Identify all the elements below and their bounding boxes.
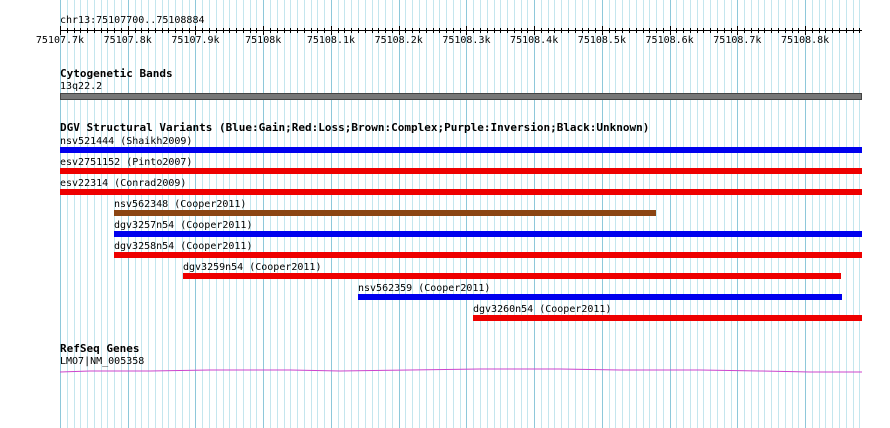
variant-bar[interactable] — [114, 231, 862, 237]
cytoband-label: 13q22.2 — [60, 81, 103, 92]
ruler-tick-label: 75107.7k — [35, 35, 85, 46]
refseq-intron-line — [60, 368, 862, 373]
variant-label: dgv3257n54 (Cooper2011) — [114, 220, 253, 231]
variant-label: nsv562348 (Cooper2011) — [114, 199, 247, 210]
ruler-tick-label: 75107.9k — [171, 35, 220, 46]
ruler-tick-label: 75108k — [245, 35, 282, 46]
refseq-gene-model[interactable] — [60, 366, 862, 376]
variant-bar[interactable] — [358, 294, 842, 300]
ruler-tick-label: 75108.3k — [442, 35, 491, 46]
variant-label: dgv3260n54 (Cooper2011) — [473, 304, 612, 315]
variant-label: esv2751152 (Pinto2007) — [60, 157, 193, 168]
variant-bar[interactable] — [114, 252, 862, 258]
variant-bar[interactable] — [60, 147, 862, 153]
variant-label: dgv3258n54 (Cooper2011) — [114, 241, 253, 252]
ruler-tick-label: 75108.5k — [577, 35, 626, 46]
dgv-track-title[interactable]: DGV Structural Variants (Blue:Gain;Red:L… — [60, 122, 649, 134]
ruler-tick-label: 75108.4k — [510, 35, 559, 46]
cytoband-track-title[interactable]: Cytogenetic Bands — [60, 68, 173, 80]
variant-label: esv22314 (Conrad2009) — [60, 178, 187, 189]
ruler-tick-label: 75107.8k — [103, 35, 152, 46]
variant-label: dgv3259n54 (Cooper2011) — [183, 262, 322, 273]
ruler-tick-label: 75108.8k — [781, 35, 830, 46]
ruler-location: chr13:75107700..75108884 — [60, 15, 205, 26]
cytoband-bar[interactable] — [60, 93, 862, 100]
variant-bar[interactable] — [183, 273, 841, 279]
ruler-tick-label: 75108.7k — [713, 35, 762, 46]
variant-bar[interactable] — [60, 168, 862, 174]
variant-bar[interactable] — [60, 189, 862, 195]
variant-bar[interactable] — [114, 210, 656, 216]
ruler-tick-label: 75108.1k — [306, 35, 356, 46]
variant-label: nsv521444 (Shaikh2009) — [60, 136, 193, 147]
refseq-track-title[interactable]: RefSeq Genes — [60, 343, 139, 355]
variant-bar[interactable] — [473, 315, 862, 321]
ruler-tick-label: 75108.2k — [374, 35, 423, 46]
ruler-tick-label: 75108.6k — [645, 35, 694, 46]
variant-label: nsv562359 (Cooper2011) — [358, 283, 491, 294]
